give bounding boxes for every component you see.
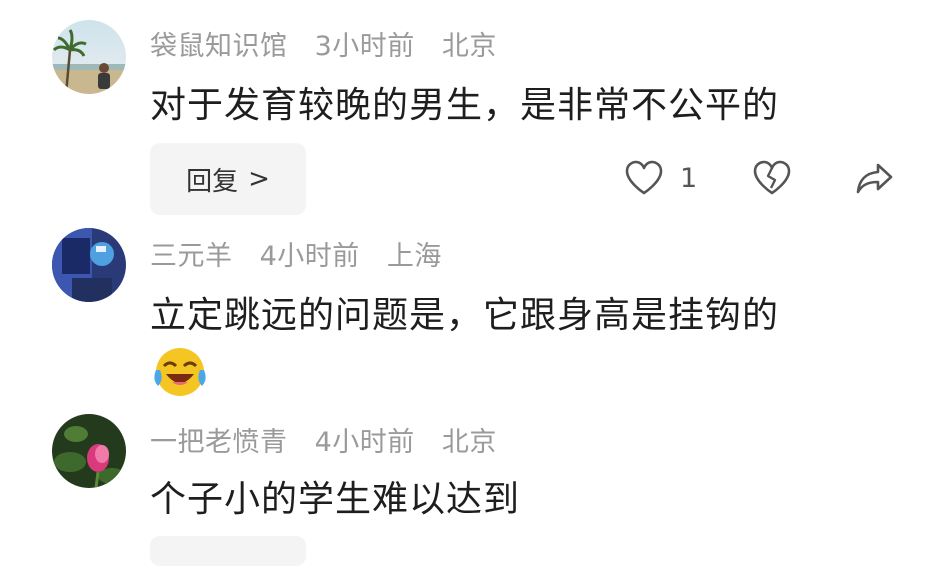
like-button[interactable]: 1 <box>624 160 697 196</box>
location: 北京 <box>441 31 497 62</box>
username[interactable]: 袋鼠知识馆 <box>150 31 288 62</box>
heart-outline-icon <box>625 160 663 195</box>
avatar[interactable] <box>52 228 126 302</box>
share-arrow-icon <box>856 163 893 194</box>
reply-button-partial[interactable] <box>150 536 306 566</box>
username[interactable]: 三元羊 <box>150 241 233 272</box>
timestamp: 3小时前 <box>314 31 415 62</box>
blue-abstract-avatar <box>52 228 126 302</box>
beach-photo-avatar <box>52 20 126 94</box>
pink-flower-avatar <box>52 414 126 488</box>
location: 北京 <box>441 427 497 458</box>
avatar[interactable] <box>52 414 126 488</box>
laughing-tears-emoji <box>154 348 206 396</box>
reply-button[interactable]: 回复 > <box>150 143 306 215</box>
timestamp: 4小时前 <box>259 241 360 272</box>
avatar[interactable] <box>52 20 126 94</box>
comment-text: 立定跳远的问题是，它跟身高是挂钩的 <box>150 295 780 336</box>
like-count: 1 <box>680 162 698 194</box>
comment-meta: 袋鼠知识馆 3小时前 北京 <box>150 24 497 63</box>
share-button[interactable] <box>856 162 894 194</box>
chevron-right-icon: > <box>248 164 270 194</box>
username[interactable]: 一把老愤青 <box>150 427 288 458</box>
comment-meta: 一把老愤青 4小时前 北京 <box>150 420 497 459</box>
timestamp: 4小时前 <box>314 427 415 458</box>
broken-heart-icon <box>753 160 791 195</box>
comment-text: 个子小的学生难以达到 <box>150 479 521 520</box>
reply-label: 回复 <box>186 166 239 197</box>
dislike-button[interactable] <box>752 160 792 196</box>
comment-text: 对于发育较晚的男生，是非常不公平的 <box>150 85 780 126</box>
comment-meta: 三元羊 4小时前 上海 <box>150 234 442 273</box>
location: 上海 <box>386 241 442 272</box>
